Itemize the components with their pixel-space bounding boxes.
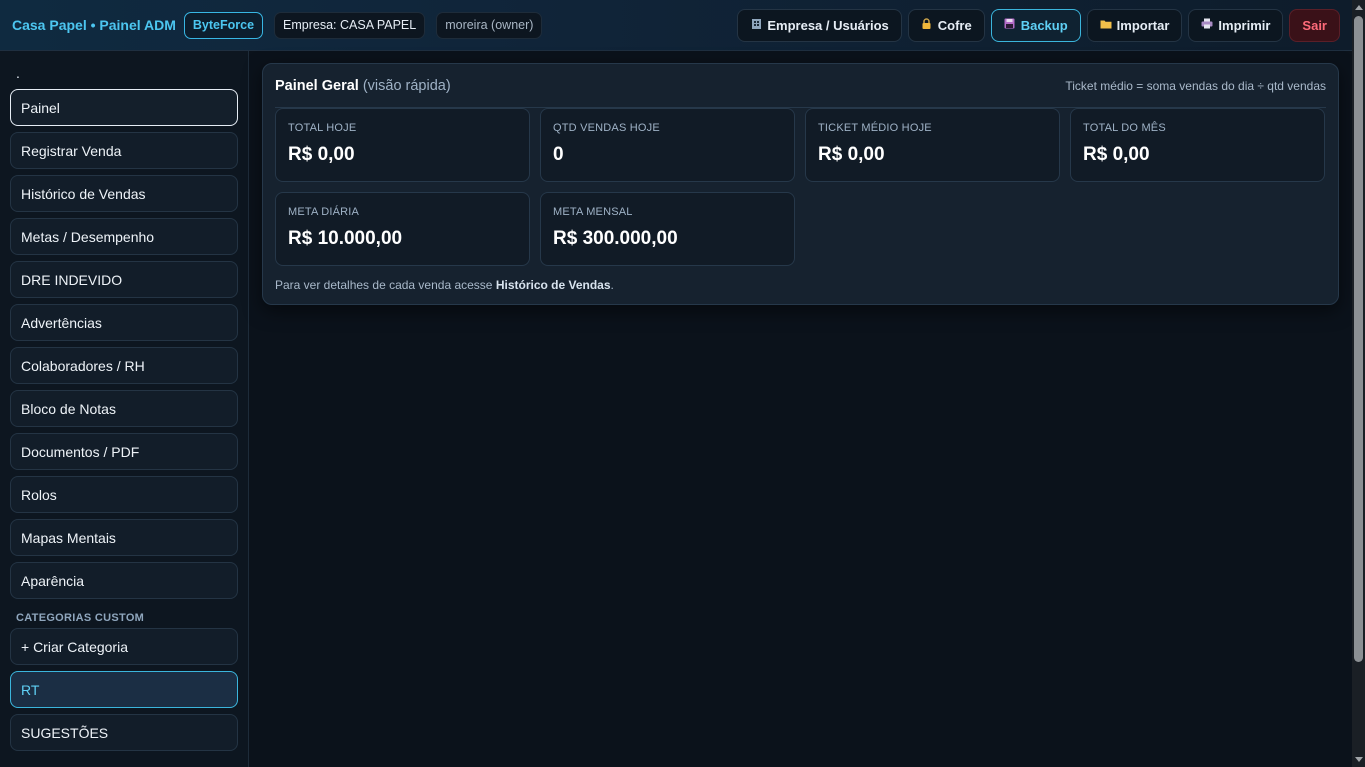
sidebar-item-bloco-notas[interactable]: Bloco de Notas (10, 390, 238, 427)
metric-card-total-hoje: TOTAL HOJE R$ 0,00 (275, 108, 530, 182)
sidebar-item-historico-vendas[interactable]: Histórico de Vendas (10, 175, 238, 212)
cofre-button[interactable]: Cofre (907, 8, 985, 42)
scroll-up-arrow-icon[interactable] (1355, 5, 1363, 10)
ticket-note: Ticket médio = soma vendas do dia ÷ qtd … (1065, 78, 1326, 93)
metric-card-meta-mensal: META MENSAL R$ 300.000,00 (540, 192, 795, 266)
user-pill: moreira (owner) (436, 11, 543, 39)
imprimir-label: Imprimir (1218, 17, 1271, 33)
metric-label: TOTAL HOJE (288, 122, 357, 134)
scroll-thumb[interactable] (1354, 16, 1363, 662)
sidebar-item-rolos[interactable]: Rolos (10, 476, 238, 513)
historico-vendas-link[interactable]: Histórico de Vendas (496, 278, 611, 292)
metric-value: R$ 10.000,00 (288, 228, 403, 249)
sidebar-item-mapas-mentais[interactable]: Mapas Mentais (10, 519, 238, 556)
floppy-disk-icon (1004, 18, 1016, 32)
sidebar-item-criar-categoria[interactable]: + Criar Categoria (10, 628, 238, 665)
panel-header: Painel Geral (visão rápida) Ticket médio … (275, 64, 1326, 108)
metric-label: QTD VENDAS HOJE (553, 122, 660, 134)
page-scrollbar[interactable] (1352, 0, 1365, 767)
sidebar-item-registrar-venda[interactable]: Registrar Venda (10, 132, 238, 169)
metric-card-meta-diaria: META DIÁRIA R$ 10.000,00 (275, 192, 530, 266)
sidebar-item-documentos-pdf[interactable]: Documentos / PDF (10, 433, 238, 470)
lock-icon (921, 17, 933, 33)
scroll-down-arrow-icon[interactable] (1355, 757, 1363, 762)
folder-icon (1100, 19, 1112, 32)
footer-suffix: . (610, 278, 614, 292)
imprimir-button[interactable]: Imprimir (1188, 8, 1284, 42)
panel-footer: Para ver detalhes de cada venda acesse H… (275, 278, 1326, 292)
sidebar-item-aparencia[interactable]: Aparência (10, 562, 238, 599)
metric-label: TICKET MÉDIO HOJE (818, 122, 932, 134)
sair-button[interactable]: Sair (1289, 8, 1340, 42)
metric-value: 0 (553, 144, 564, 165)
backup-button[interactable]: Backup (990, 8, 1081, 42)
byteforce-badge[interactable]: ByteForce (183, 11, 264, 39)
importar-button[interactable]: Importar (1086, 8, 1183, 42)
importar-label: Importar (1116, 17, 1170, 33)
metric-value: R$ 0,00 (288, 144, 355, 165)
printer-icon (1201, 18, 1213, 32)
footer-text: Para ver detalhes de cada venda acesse (275, 278, 496, 292)
panel-title: Painel Geral (275, 77, 359, 94)
building-icon (750, 18, 762, 32)
metric-value: R$ 300.000,00 (553, 228, 678, 249)
empresa-usuarios-label: Empresa / Usuários (767, 17, 889, 33)
sidebar-item-metas-desempenho[interactable]: Metas / Desempenho (10, 218, 238, 255)
top-bar: Casa Papel • Painel ADM ByteForce Empres… (0, 0, 1352, 51)
sidebar-item-colaboradores-rh[interactable]: Colaboradores / RH (10, 347, 238, 384)
sidebar-item-dre-indevido[interactable]: DRE INDEVIDO (10, 261, 238, 298)
sidebar-section-label: CATEGORIAS CUSTOM (16, 611, 145, 624)
empresa-usuarios-button[interactable]: Empresa / Usuários (737, 8, 902, 42)
sidebar: . Painel Registrar Venda Histórico de Ve… (0, 51, 249, 767)
metric-card-qtd-vendas-hoje: QTD VENDAS HOJE 0 (540, 108, 795, 182)
sidebar-item-sugestoes[interactable]: SUGESTÕES (10, 714, 238, 751)
company-pill: Empresa: CASA PAPEL (274, 11, 426, 39)
metric-cards: TOTAL HOJE R$ 0,00 QTD VENDAS HOJE 0 TIC… (275, 108, 1326, 266)
dashboard-panel: Painel Geral (visão rápida) Ticket médio … (262, 63, 1339, 305)
metric-value: R$ 0,00 (818, 144, 885, 165)
panel-subtitle: (visão rápida) (362, 77, 451, 94)
sidebar-item-painel[interactable]: Painel (10, 89, 238, 126)
backup-label: Backup (1020, 17, 1068, 33)
metric-card-ticket-medio-hoje: TICKET MÉDIO HOJE R$ 0,00 (805, 108, 1060, 182)
cofre-label: Cofre (937, 17, 972, 33)
sidebar-item-advertencias[interactable]: Advertências (10, 304, 238, 341)
sidebar-item-rt[interactable]: RT (10, 671, 238, 708)
metric-label: META MENSAL (553, 206, 633, 218)
metric-card-total-mes: TOTAL DO MÊS R$ 0,00 (1070, 108, 1325, 182)
metric-label: META DIÁRIA (288, 206, 360, 218)
metric-label: TOTAL DO MÊS (1083, 122, 1166, 134)
app-title: Casa Papel • Painel ADM (12, 17, 176, 33)
sidebar-marker: . (16, 65, 20, 81)
metric-value: R$ 0,00 (1083, 144, 1150, 165)
panel-heading: Painel Geral (visão rápida) (275, 77, 451, 95)
